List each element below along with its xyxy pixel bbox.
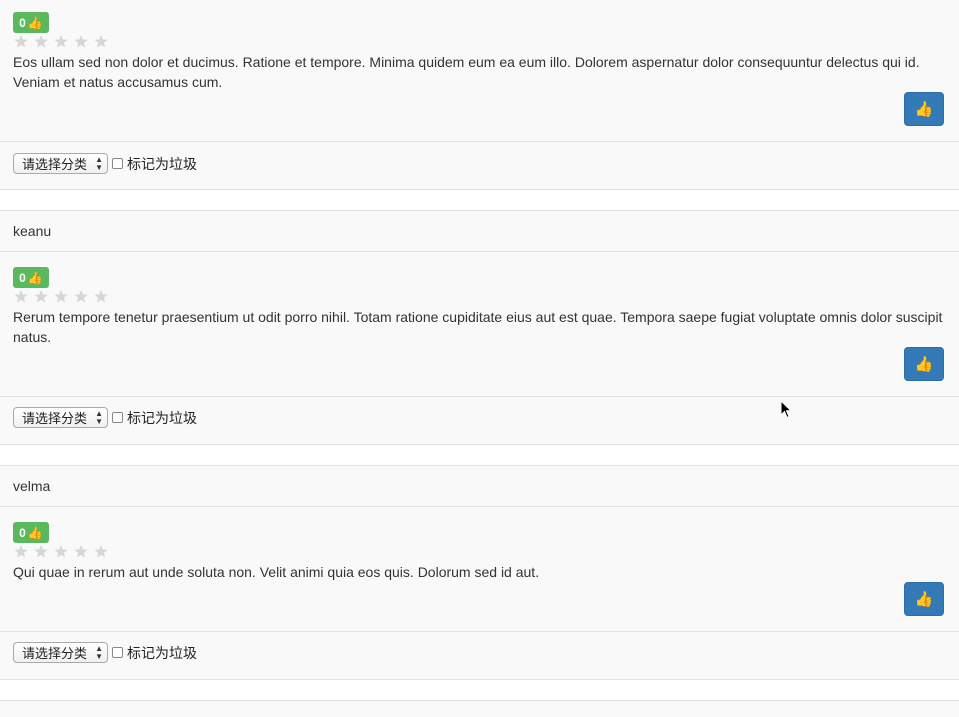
comment-heading: keanu: [0, 210, 959, 252]
thumbs-up-icon: 👍: [914, 101, 934, 118]
star-icon[interactable]: ★: [73, 290, 89, 306]
rating-stars[interactable]: ★ ★ ★ ★ ★: [13, 545, 109, 561]
like-count-badge: 0 👍: [13, 522, 49, 543]
category-select[interactable]: 请选择分类 ▲ ▼: [13, 407, 108, 428]
thumbs-up-icon: 👍: [27, 525, 43, 540]
star-icon[interactable]: ★: [93, 290, 109, 306]
star-icon[interactable]: ★: [73, 545, 89, 561]
like-button[interactable]: 👍: [904, 347, 944, 381]
comment-footer: 请选择分类 ▲ ▼ 标记为垃圾: [0, 142, 959, 190]
star-icon[interactable]: ★: [53, 290, 69, 306]
star-icon[interactable]: ★: [53, 35, 69, 51]
mouse-cursor-icon: [780, 400, 793, 419]
mark-spam-checkbox[interactable]: [112, 412, 123, 423]
comment-author: velma: [13, 478, 51, 494]
star-icon[interactable]: ★: [33, 35, 49, 51]
comment-footer: 请选择分类 ▲ ▼ 标记为垃圾: [0, 397, 959, 445]
star-icon[interactable]: ★: [73, 35, 89, 51]
thumbs-up-icon: 👍: [27, 270, 43, 285]
comment-text: Qui quae in rerum aut unde soluta non. V…: [13, 564, 540, 580]
mark-spam-toggle[interactable]: 标记为垃圾: [112, 153, 197, 174]
comment-text: Rerum tempore tenetur praesentium ut odi…: [13, 309, 943, 345]
comment-separator: [0, 445, 959, 465]
star-icon[interactable]: ★: [93, 545, 109, 561]
like-button[interactable]: 👍: [904, 582, 944, 616]
comment-body: 0 👍 ★ ★ ★ ★ ★ Rerum tempore tenetur praes…: [0, 252, 959, 397]
comment-body: 0 👍 ★ ★ ★ ★ ★ Qui quae in rerum aut unde …: [0, 507, 959, 632]
star-icon[interactable]: ★: [13, 35, 29, 51]
select-arrows-icon: ▲ ▼: [95, 644, 103, 661]
comment-author: keanu: [13, 223, 52, 239]
like-count-badge: 0 👍: [13, 12, 49, 33]
mark-spam-label: 标记为垃圾: [127, 155, 197, 172]
category-select[interactable]: 请选择分类 ▲ ▼: [13, 153, 108, 174]
category-select-value: 请选择分类: [22, 646, 88, 661]
like-count: 0: [19, 525, 26, 540]
star-icon[interactable]: ★: [53, 545, 69, 561]
like-count: 0: [19, 15, 26, 30]
comment-footer: 请选择分类 ▲ ▼ 标记为垃圾: [0, 632, 959, 680]
category-select[interactable]: 请选择分类 ▲ ▼: [13, 642, 108, 663]
star-icon[interactable]: ★: [13, 545, 29, 561]
like-count-badge: 0 👍: [13, 267, 49, 288]
star-icon[interactable]: ★: [93, 35, 109, 51]
mark-spam-checkbox[interactable]: [112, 158, 123, 169]
star-icon[interactable]: ★: [13, 290, 29, 306]
star-icon[interactable]: ★: [33, 545, 49, 561]
mark-spam-checkbox[interactable]: [112, 647, 123, 658]
thumbs-up-icon: 👍: [27, 15, 43, 30]
rating-stars[interactable]: ★ ★ ★ ★ ★: [13, 35, 109, 51]
mark-spam-label: 标记为垃圾: [127, 409, 197, 426]
comment-heading: velma: [0, 465, 959, 507]
star-icon[interactable]: ★: [33, 290, 49, 306]
select-arrows-icon: ▲ ▼: [95, 409, 103, 426]
comment-body: 0 👍 ★ ★ ★ ★ ★ Eos ullam sed non dolor et …: [0, 0, 959, 142]
mark-spam-label: 标记为垃圾: [127, 644, 197, 661]
comment-heading: [0, 700, 959, 717]
comment-separator: [0, 680, 959, 700]
like-count: 0: [19, 270, 26, 285]
thumbs-up-icon: 👍: [914, 591, 934, 608]
like-button[interactable]: 👍: [904, 92, 944, 126]
comment-separator: [0, 190, 959, 210]
mark-spam-toggle[interactable]: 标记为垃圾: [112, 642, 197, 663]
thumbs-up-icon: 👍: [914, 356, 934, 373]
select-arrows-icon: ▲ ▼: [95, 155, 103, 172]
category-select-value: 请选择分类: [22, 411, 88, 426]
mark-spam-toggle[interactable]: 标记为垃圾: [112, 407, 197, 428]
rating-stars[interactable]: ★ ★ ★ ★ ★: [13, 290, 109, 306]
category-select-value: 请选择分类: [22, 157, 88, 172]
comment-text: Eos ullam sed non dolor et ducimus. Rati…: [13, 54, 920, 90]
